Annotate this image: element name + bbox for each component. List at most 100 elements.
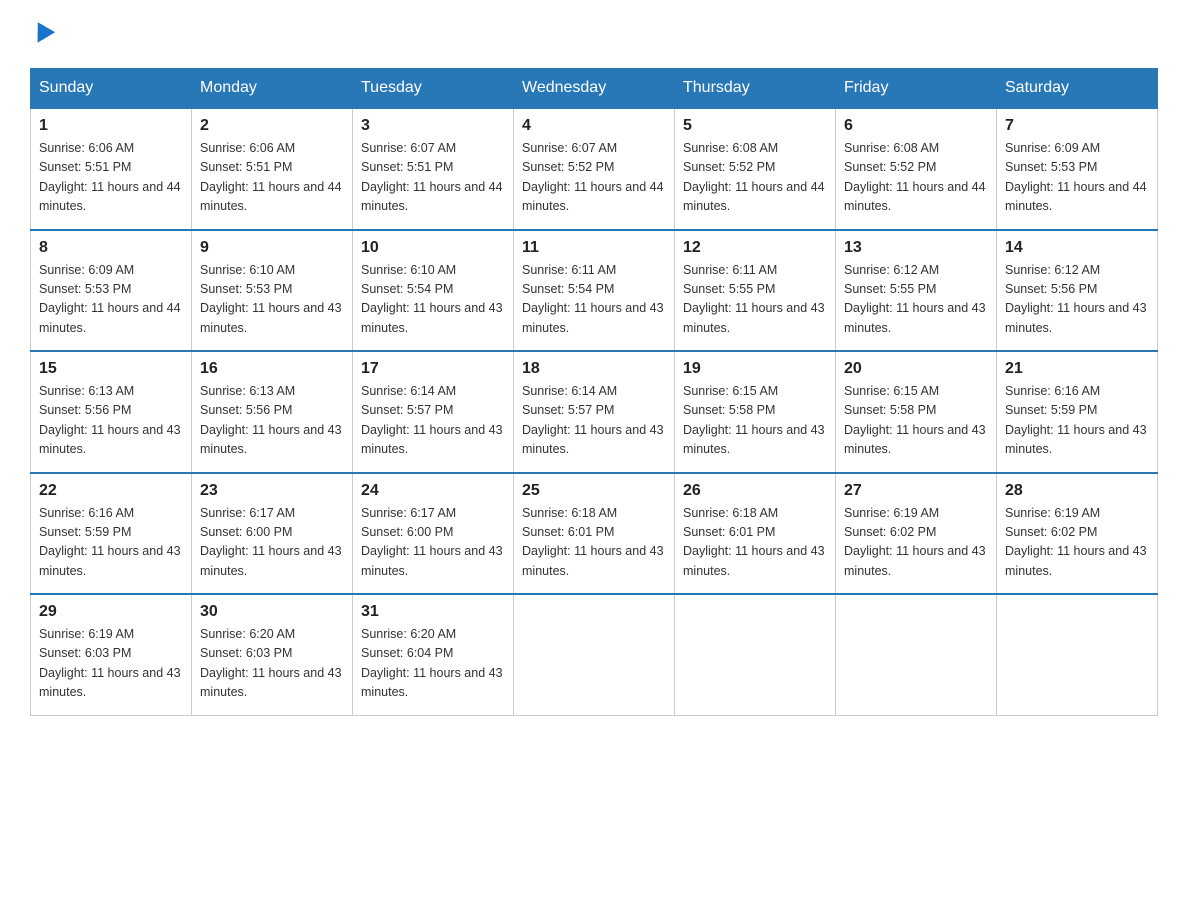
day-number: 30 <box>200 603 344 621</box>
weekday-header-row: SundayMondayTuesdayWednesdayThursdayFrid… <box>31 69 1158 109</box>
calendar-day-cell: 11 Sunrise: 6:11 AMSunset: 5:54 PMDayligh… <box>514 230 675 352</box>
weekday-header-saturday: Saturday <box>997 69 1158 109</box>
day-info: Sunrise: 6:17 AMSunset: 6:00 PMDaylight:… <box>361 504 505 582</box>
day-number: 6 <box>844 117 988 135</box>
day-number: 17 <box>361 360 505 378</box>
day-info: Sunrise: 6:07 AMSunset: 5:51 PMDaylight:… <box>361 139 505 217</box>
day-info: Sunrise: 6:17 AMSunset: 6:00 PMDaylight:… <box>200 504 344 582</box>
day-number: 21 <box>1005 360 1149 378</box>
day-number: 18 <box>522 360 666 378</box>
calendar-week-row: 8Sunrise: 6:09 AMSunset: 5:53 PMDaylight… <box>31 230 1158 352</box>
day-info: Sunrise: 6:19 AMSunset: 6:02 PMDaylight:… <box>1005 504 1149 582</box>
page-header <box>30 20 1158 48</box>
calendar-week-row: 29 Sunrise: 6:19 AMSunset: 6:03 PMDayligh… <box>31 594 1158 715</box>
calendar-day-cell: 15Sunrise: 6:13 AMSunset: 5:56 PMDayligh… <box>31 351 192 473</box>
logo <box>30 20 52 48</box>
weekday-header-friday: Friday <box>836 69 997 109</box>
day-info: Sunrise: 6:20 AMSunset: 6:03 PMDaylight:… <box>200 625 344 703</box>
calendar-day-cell: 25Sunrise: 6:18 AMSunset: 6:01 PMDayligh… <box>514 473 675 595</box>
day-number: 31 <box>361 603 505 621</box>
calendar-day-cell: 18 Sunrise: 6:14 AMSunset: 5:57 PMDayligh… <box>514 351 675 473</box>
calendar-day-cell: 5 Sunrise: 6:08 AMSunset: 5:52 PMDaylight… <box>675 108 836 230</box>
day-number: 10 <box>361 239 505 257</box>
calendar-day-cell: 17 Sunrise: 6:14 AMSunset: 5:57 PMDayligh… <box>353 351 514 473</box>
day-number: 11 <box>522 239 666 257</box>
calendar-day-cell: 6Sunrise: 6:08 AMSunset: 5:52 PMDaylight… <box>836 108 997 230</box>
day-info: Sunrise: 6:20 AMSunset: 6:04 PMDaylight:… <box>361 625 505 703</box>
calendar-day-cell: 12 Sunrise: 6:11 AMSunset: 5:55 PMDayligh… <box>675 230 836 352</box>
day-info: Sunrise: 6:19 AMSunset: 6:02 PMDaylight:… <box>844 504 988 582</box>
day-number: 24 <box>361 482 505 500</box>
day-number: 9 <box>200 239 344 257</box>
calendar-week-row: 22 Sunrise: 6:16 AMSunset: 5:59 PMDayligh… <box>31 473 1158 595</box>
calendar-day-cell: 31 Sunrise: 6:20 AMSunset: 6:04 PMDayligh… <box>353 594 514 715</box>
calendar-day-cell: 7 Sunrise: 6:09 AMSunset: 5:53 PMDaylight… <box>997 108 1158 230</box>
day-number: 7 <box>1005 117 1149 135</box>
day-info: Sunrise: 6:15 AMSunset: 5:58 PMDaylight:… <box>683 382 827 460</box>
day-number: 19 <box>683 360 827 378</box>
calendar-week-row: 15Sunrise: 6:13 AMSunset: 5:56 PMDayligh… <box>31 351 1158 473</box>
day-number: 25 <box>522 482 666 500</box>
weekday-header-wednesday: Wednesday <box>514 69 675 109</box>
calendar-day-cell: 23Sunrise: 6:17 AMSunset: 6:00 PMDayligh… <box>192 473 353 595</box>
calendar-day-cell: 24 Sunrise: 6:17 AMSunset: 6:00 PMDayligh… <box>353 473 514 595</box>
day-number: 8 <box>39 239 183 257</box>
calendar-day-cell: 10 Sunrise: 6:10 AMSunset: 5:54 PMDayligh… <box>353 230 514 352</box>
day-info: Sunrise: 6:06 AMSunset: 5:51 PMDaylight:… <box>39 139 183 217</box>
day-number: 29 <box>39 603 183 621</box>
day-info: Sunrise: 6:08 AMSunset: 5:52 PMDaylight:… <box>683 139 827 217</box>
day-info: Sunrise: 6:11 AMSunset: 5:54 PMDaylight:… <box>522 261 666 339</box>
logo-triangle-icon <box>29 22 55 48</box>
day-info: Sunrise: 6:12 AMSunset: 5:55 PMDaylight:… <box>844 261 988 339</box>
day-info: Sunrise: 6:14 AMSunset: 5:57 PMDaylight:… <box>361 382 505 460</box>
day-info: Sunrise: 6:19 AMSunset: 6:03 PMDaylight:… <box>39 625 183 703</box>
day-info: Sunrise: 6:16 AMSunset: 5:59 PMDaylight:… <box>39 504 183 582</box>
calendar-body: 1 Sunrise: 6:06 AMSunset: 5:51 PMDaylight… <box>31 108 1158 715</box>
day-info: Sunrise: 6:13 AMSunset: 5:56 PMDaylight:… <box>200 382 344 460</box>
day-number: 16 <box>200 360 344 378</box>
calendar-day-cell: 13 Sunrise: 6:12 AMSunset: 5:55 PMDayligh… <box>836 230 997 352</box>
calendar-day-cell <box>836 594 997 715</box>
day-number: 1 <box>39 117 183 135</box>
calendar-day-cell <box>514 594 675 715</box>
day-info: Sunrise: 6:11 AMSunset: 5:55 PMDaylight:… <box>683 261 827 339</box>
day-info: Sunrise: 6:15 AMSunset: 5:58 PMDaylight:… <box>844 382 988 460</box>
weekday-header-thursday: Thursday <box>675 69 836 109</box>
calendar-week-row: 1 Sunrise: 6:06 AMSunset: 5:51 PMDaylight… <box>31 108 1158 230</box>
day-info: Sunrise: 6:18 AMSunset: 6:01 PMDaylight:… <box>683 504 827 582</box>
calendar-day-cell: 30 Sunrise: 6:20 AMSunset: 6:03 PMDayligh… <box>192 594 353 715</box>
calendar-day-cell: 29 Sunrise: 6:19 AMSunset: 6:03 PMDayligh… <box>31 594 192 715</box>
day-number: 12 <box>683 239 827 257</box>
calendar-day-cell: 2 Sunrise: 6:06 AMSunset: 5:51 PMDaylight… <box>192 108 353 230</box>
day-info: Sunrise: 6:13 AMSunset: 5:56 PMDaylight:… <box>39 382 183 460</box>
calendar-day-cell: 27Sunrise: 6:19 AMSunset: 6:02 PMDayligh… <box>836 473 997 595</box>
calendar-day-cell: 20 Sunrise: 6:15 AMSunset: 5:58 PMDayligh… <box>836 351 997 473</box>
day-number: 14 <box>1005 239 1149 257</box>
calendar-day-cell: 3 Sunrise: 6:07 AMSunset: 5:51 PMDaylight… <box>353 108 514 230</box>
day-info: Sunrise: 6:06 AMSunset: 5:51 PMDaylight:… <box>200 139 344 217</box>
calendar-day-cell: 14 Sunrise: 6:12 AMSunset: 5:56 PMDayligh… <box>997 230 1158 352</box>
day-info: Sunrise: 6:07 AMSunset: 5:52 PMDaylight:… <box>522 139 666 217</box>
day-number: 20 <box>844 360 988 378</box>
day-info: Sunrise: 6:14 AMSunset: 5:57 PMDaylight:… <box>522 382 666 460</box>
day-info: Sunrise: 6:10 AMSunset: 5:53 PMDaylight:… <box>200 261 344 339</box>
weekday-header-tuesday: Tuesday <box>353 69 514 109</box>
calendar-day-cell: 22 Sunrise: 6:16 AMSunset: 5:59 PMDayligh… <box>31 473 192 595</box>
calendar-day-cell: 4Sunrise: 6:07 AMSunset: 5:52 PMDaylight… <box>514 108 675 230</box>
day-number: 22 <box>39 482 183 500</box>
day-number: 3 <box>361 117 505 135</box>
calendar-day-cell <box>997 594 1158 715</box>
weekday-header-sunday: Sunday <box>31 69 192 109</box>
calendar-day-cell: 26Sunrise: 6:18 AMSunset: 6:01 PMDayligh… <box>675 473 836 595</box>
calendar-day-cell: 9 Sunrise: 6:10 AMSunset: 5:53 PMDaylight… <box>192 230 353 352</box>
calendar-day-cell: 8Sunrise: 6:09 AMSunset: 5:53 PMDaylight… <box>31 230 192 352</box>
weekday-header-monday: Monday <box>192 69 353 109</box>
calendar-day-cell: 28Sunrise: 6:19 AMSunset: 6:02 PMDayligh… <box>997 473 1158 595</box>
day-number: 13 <box>844 239 988 257</box>
day-info: Sunrise: 6:12 AMSunset: 5:56 PMDaylight:… <box>1005 261 1149 339</box>
day-info: Sunrise: 6:09 AMSunset: 5:53 PMDaylight:… <box>1005 139 1149 217</box>
day-number: 5 <box>683 117 827 135</box>
day-number: 2 <box>200 117 344 135</box>
day-info: Sunrise: 6:10 AMSunset: 5:54 PMDaylight:… <box>361 261 505 339</box>
calendar-day-cell: 16 Sunrise: 6:13 AMSunset: 5:56 PMDayligh… <box>192 351 353 473</box>
